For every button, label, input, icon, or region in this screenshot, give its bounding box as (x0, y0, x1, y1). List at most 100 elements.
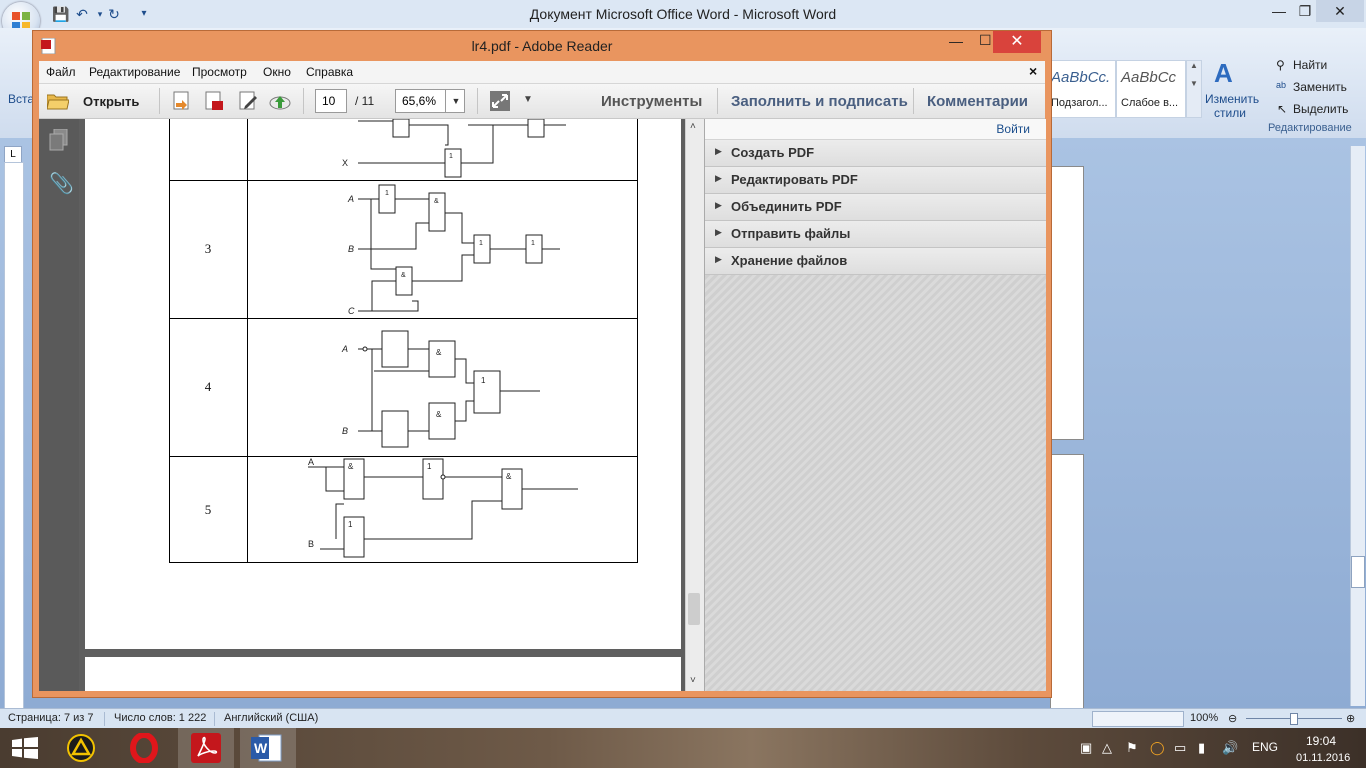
open-button[interactable]: Открыть (83, 94, 139, 109)
status-word-count[interactable]: Число слов: 1 222 (114, 712, 206, 724)
menu-edit[interactable]: Редактирование (89, 65, 180, 79)
tool-label: Объединить PDF (731, 199, 842, 214)
comments-link[interactable]: Комментарии (927, 93, 1028, 110)
save-icon[interactable]: 💾 (52, 6, 69, 22)
style-subtle-emphasis[interactable]: AaBbCc Слабое в... (1116, 60, 1186, 118)
change-styles-label[interactable]: Изменить (1205, 92, 1259, 106)
aimp-icon (67, 734, 95, 762)
gate-and-label: & (401, 272, 406, 279)
word-scroll-thumb[interactable] (1351, 556, 1365, 588)
word-page (1050, 166, 1084, 440)
customize-qat-icon[interactable]: ▾ (136, 6, 152, 22)
signal-icon[interactable]: ▭ (1174, 740, 1186, 756)
print-pdf-icon[interactable] (203, 91, 225, 111)
taskbar-opera[interactable] (116, 728, 172, 768)
find-button[interactable]: Найти (1293, 58, 1327, 72)
view-buttons[interactable] (1092, 711, 1184, 727)
scroll-up-icon[interactable]: ˄ (690, 121, 696, 132)
word-title-bar: Документ Microsoft Office Word - Microso… (0, 0, 1366, 28)
tool-store-files[interactable]: ▶ Хранение файлов (705, 248, 1046, 275)
gate-or-label: 1 (531, 240, 535, 247)
reader-minimize-button[interactable]: — (949, 33, 963, 49)
word-window-title: Документ Microsoft Office Word - Microso… (529, 6, 837, 22)
zoom-slider-thumb[interactable] (1290, 713, 1298, 725)
tray-update-icon[interactable]: ◯ (1150, 740, 1165, 756)
tray-app-icon[interactable]: ▣ (1080, 740, 1092, 756)
undo-icon[interactable]: ↶ (74, 6, 90, 22)
status-separator (214, 712, 215, 726)
reader-maximize-button[interactable]: ☐ (979, 32, 992, 49)
start-button[interactable] (0, 728, 56, 768)
navigation-pane: 📎 (39, 119, 80, 691)
tool-edit-pdf[interactable]: ▶ Редактировать PDF (705, 167, 1046, 194)
label-b: B (342, 426, 348, 436)
fit-page-icon[interactable] (489, 91, 511, 111)
signin-link[interactable]: Войти (996, 122, 1030, 136)
zoom-value: 65,6% (402, 94, 437, 108)
change-styles-label-2[interactable]: стили (1214, 106, 1246, 120)
action-center-flag-icon[interactable]: ⚑ (1126, 740, 1138, 756)
taskbar: W ▣ △ ⚑ ◯ ▭ ▮ 🔊 ENG (0, 728, 1366, 768)
label-a: A (308, 457, 314, 467)
reader-close-button[interactable]: ✕ (993, 31, 1041, 53)
word-icon: W (251, 734, 282, 762)
vertical-ruler (4, 162, 24, 710)
redo-icon[interactable]: ↻ (106, 6, 122, 22)
replace-button[interactable]: Заменить (1293, 80, 1347, 94)
battery-icon[interactable]: ▮ (1198, 740, 1205, 756)
upload-cloud-icon[interactable] (269, 91, 291, 111)
select-button[interactable]: Выделить (1293, 102, 1348, 116)
zoom-dropdown-icon[interactable]: ▼ (445, 90, 466, 112)
menu-file[interactable]: Файл (46, 65, 76, 79)
toolbar-overflow-icon[interactable]: ▼ (523, 94, 533, 105)
menu-window[interactable]: Окно (263, 65, 291, 79)
row-number: 4 (204, 379, 212, 394)
toolbar-separator (303, 88, 304, 114)
page-thumbnails-icon[interactable] (49, 129, 69, 151)
label-b: B (348, 244, 354, 254)
clock-time[interactable]: 19:04 (1306, 734, 1336, 748)
input-language[interactable]: ENG (1252, 740, 1278, 754)
word-vertical-scrollbar[interactable] (1350, 146, 1365, 706)
scroll-down-icon[interactable]: ˅ (690, 675, 696, 686)
word-close-button[interactable]: ✕ (1316, 0, 1364, 22)
attachments-icon[interactable]: 📎 (49, 171, 74, 196)
replace-icon: ab (1276, 80, 1287, 90)
zoom-level[interactable]: 100% (1190, 712, 1218, 724)
word-page (1050, 454, 1084, 712)
toolbar-separator (477, 88, 478, 114)
tools-pane-link[interactable]: Инструменты (601, 93, 702, 110)
menu-view[interactable]: Просмотр (192, 65, 247, 79)
svg-text:W: W (254, 740, 268, 756)
paste-button-label[interactable]: Вста (8, 92, 34, 106)
status-language[interactable]: Английский (США) (224, 712, 318, 724)
page-number-input[interactable] (315, 89, 347, 113)
expand-arrow-icon: ▶ (715, 146, 722, 156)
menu-help[interactable]: Справка (306, 65, 353, 79)
status-page[interactable]: Страница: 7 из 7 (8, 712, 94, 724)
clock-date[interactable]: 01.11.2016 (1296, 752, 1350, 764)
close-document-button[interactable]: × (1029, 63, 1037, 79)
style-subtitle[interactable]: AaBbCc. Подзагол... (1046, 60, 1116, 118)
taskbar-app-triangle[interactable] (54, 728, 110, 768)
create-pdf-icon[interactable] (171, 91, 193, 111)
tool-create-pdf[interactable]: ▶ Создать PDF (705, 140, 1046, 167)
styles-scroll[interactable]: ▲ ▼ (1186, 60, 1202, 118)
document-scroll-thumb[interactable] (688, 593, 700, 625)
taskbar-word[interactable]: W (240, 728, 296, 768)
tool-label: Редактировать PDF (731, 172, 858, 187)
zoom-in-icon[interactable]: ⊕ (1346, 712, 1355, 725)
volume-icon[interactable]: 🔊 (1222, 740, 1238, 756)
tool-combine-pdf[interactable]: ▶ Объединить PDF (705, 194, 1046, 221)
fill-sign-link[interactable]: Заполнить и подписать (731, 93, 908, 110)
tool-label: Отправить файлы (731, 226, 851, 241)
tool-send-files[interactable]: ▶ Отправить файлы (705, 221, 1046, 248)
gate-and-label: & (348, 462, 354, 471)
style-sample: AaBbCc. (1051, 69, 1111, 86)
edit-pdf-icon[interactable] (237, 91, 259, 111)
tray-aimp-icon[interactable]: △ (1102, 740, 1112, 756)
zoom-out-icon[interactable]: ⊖ (1228, 712, 1237, 725)
taskbar-adobe-reader[interactable] (178, 728, 234, 768)
row-number: 3 (204, 241, 212, 256)
style-sample: AaBbCc (1121, 69, 1177, 86)
